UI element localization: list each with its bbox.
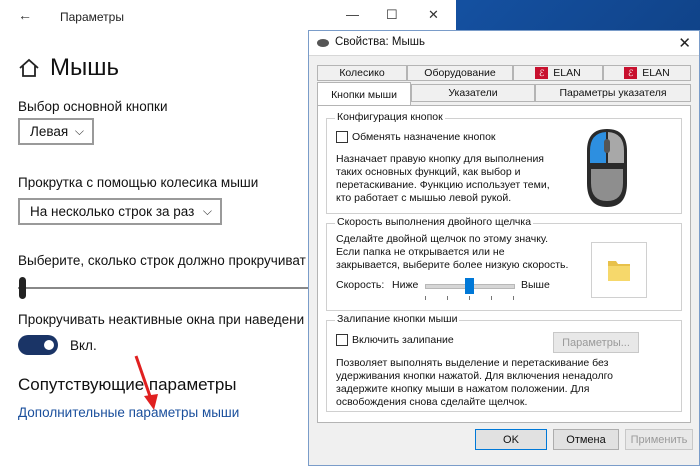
tab-label: Колесико xyxy=(339,67,385,79)
clicklock-settings-button[interactable]: Параметры... xyxy=(553,332,639,353)
mouse-properties-dialog: Свойства: Мышь ✕ Колесико Оборудование ℰ… xyxy=(308,30,700,466)
checkbox-box[interactable] xyxy=(336,334,348,346)
elan-icon: ℰ xyxy=(535,67,549,79)
slow-label: Ниже xyxy=(392,279,419,291)
slider-tick xyxy=(469,296,470,300)
lines-slider-track[interactable] xyxy=(18,287,318,289)
slider-tick xyxy=(513,296,514,300)
inactive-scroll-toggle[interactable] xyxy=(18,335,58,355)
home-icon xyxy=(19,58,39,77)
lines-slider-thumb[interactable] xyxy=(19,277,26,299)
group-title: Залипание кнопки мыши xyxy=(335,313,460,325)
back-arrow-icon[interactable]: ← xyxy=(18,7,32,23)
slider-tick xyxy=(491,296,492,300)
description-line: таких основных функций, как выбор и xyxy=(336,166,521,178)
scroll-label: Прокрутка с помощью колесика мыши xyxy=(18,175,259,190)
tab-wheel[interactable]: Колесико xyxy=(317,65,407,81)
fast-label: Выше xyxy=(521,279,550,291)
apply-button[interactable]: Применить xyxy=(625,429,693,450)
scroll-value: На несколько строк за раз xyxy=(30,204,195,219)
doubleclick-group: Скорость выполнения двойного щелчка Сдел… xyxy=(326,216,682,311)
checkbox-label: Обменять назначение кнопок xyxy=(352,131,496,143)
close-icon[interactable]: ✕ xyxy=(428,7,439,23)
primary-button-dropdown[interactable]: Левая ⌵ xyxy=(18,118,94,145)
elan-icon: ℰ xyxy=(624,67,638,79)
toggle-knob xyxy=(44,340,54,350)
clicklock-description: Позволяет выполнять выделение и перетаск… xyxy=(336,357,613,409)
description-line: Позволяет выполнять выделение и перетаск… xyxy=(336,357,609,369)
dialog-title: Свойства: Мышь xyxy=(335,36,425,48)
checkbox-label: Включить залипание xyxy=(352,334,454,346)
clicklock-checkbox[interactable]: Включить залипание xyxy=(336,334,454,346)
description-line: освобождения снова сделайте щелчок. xyxy=(336,396,528,408)
description-line: удерживания кнопки нажатой. Для включени… xyxy=(336,370,614,382)
lines-label: Выберите, сколько строк должно прокручив… xyxy=(18,253,306,268)
inactive-scroll-label: Прокручивать неактивные окна при наведен… xyxy=(18,312,305,327)
tab-elan-1[interactable]: ℰ ELAN xyxy=(513,65,603,81)
description-line: закрывается, выберите более низкую скоро… xyxy=(336,259,569,271)
description-line: Сделайте двойной щелчок по этому значку. xyxy=(336,233,549,245)
page-title: Мышь xyxy=(50,54,119,81)
dialog-titlebar: Свойства: Мышь ✕ xyxy=(309,31,699,56)
tab-hardware[interactable]: Оборудование xyxy=(407,65,513,81)
red-arrow-annotation-icon xyxy=(134,355,158,410)
config-description: Назначает правую кнопку для выполнения т… xyxy=(336,153,550,205)
dialog-close-icon[interactable]: ✕ xyxy=(678,34,691,52)
page-heading: Мышь xyxy=(18,54,119,82)
ok-button[interactable]: OK xyxy=(475,429,547,450)
tab-label: ELAN xyxy=(642,67,670,79)
tab-panel: Конфигурация кнопок Обменять назначение … xyxy=(317,105,691,423)
tab-label: Параметры указателя xyxy=(559,87,667,99)
speed-label: Скорость: xyxy=(336,279,385,291)
test-folder-area[interactable] xyxy=(591,242,647,298)
cancel-button[interactable]: Отмена xyxy=(553,429,619,450)
scroll-dropdown[interactable]: На несколько строк за раз ⌵ xyxy=(18,198,222,225)
toggle-state-label: Вкл. xyxy=(70,338,97,353)
group-title: Конфигурация кнопок xyxy=(335,111,445,123)
maximize-icon[interactable]: ☐ xyxy=(386,7,398,23)
mouse-illustration-icon xyxy=(587,129,627,207)
tab-label: Кнопки мыши xyxy=(331,88,397,101)
clicklock-group: Залипание кнопки мыши Включить залипание… xyxy=(326,313,682,412)
minimize-icon[interactable]: — xyxy=(346,7,359,22)
group-title: Скорость выполнения двойного щелчка xyxy=(335,216,534,228)
description-line: Если папка не открывается или не xyxy=(336,246,505,258)
primary-button-label: Выбор основной кнопки xyxy=(18,99,168,114)
tab-mouse-buttons[interactable]: Кнопки мыши xyxy=(317,82,411,106)
description-line: Назначает правую кнопку для выполнения xyxy=(336,153,544,165)
doubleclick-description: Сделайте двойной щелчок по этому значку.… xyxy=(336,233,568,272)
description-line: задержите кнопку мыши в нажатом положени… xyxy=(336,383,590,395)
tab-label: Указатели xyxy=(448,87,498,99)
chevron-down-icon: ⌵ xyxy=(202,204,212,218)
tab-label: Оборудование xyxy=(424,67,496,79)
chevron-down-icon: ⌵ xyxy=(74,124,84,138)
description-line: кто работает с мышью левой рукой. xyxy=(336,192,512,204)
slider-tick xyxy=(425,296,426,300)
tab-pointers[interactable]: Указатели xyxy=(411,84,535,102)
checkbox-box[interactable] xyxy=(336,131,348,143)
settings-titlebar: ← Параметры — ☐ ✕ xyxy=(0,0,456,32)
settings-window-title: Параметры xyxy=(60,10,124,24)
tab-label: ELAN xyxy=(553,67,581,79)
mouse-icon xyxy=(317,39,329,47)
folder-icon[interactable] xyxy=(604,255,634,285)
primary-button-value: Левая xyxy=(30,124,69,139)
slider-tick xyxy=(447,296,448,300)
tab-elan-2[interactable]: ℰ ELAN xyxy=(603,65,691,81)
tab-pointer-options[interactable]: Параметры указателя xyxy=(535,84,691,102)
switch-buttons-checkbox[interactable]: Обменять назначение кнопок xyxy=(336,131,496,143)
description-line: перетаскивание. Функцию использует теми, xyxy=(336,179,550,191)
speed-slider-thumb[interactable] xyxy=(465,278,474,294)
button-config-group: Конфигурация кнопок Обменять назначение … xyxy=(326,111,682,214)
